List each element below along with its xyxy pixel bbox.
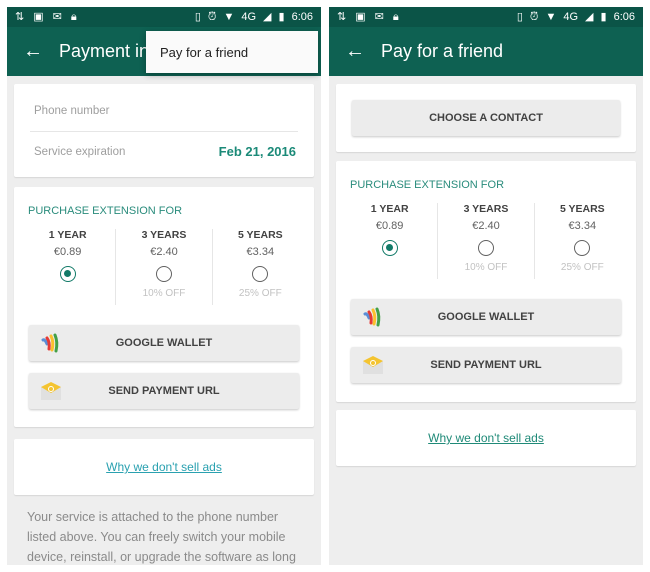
plan-price: €2.40	[150, 246, 178, 258]
battery-icon: ▮	[278, 10, 285, 23]
send-payment-url-button[interactable]: SEND PAYMENT URL	[29, 373, 299, 409]
plan-radio[interactable]	[252, 266, 269, 282]
send-payment-url-label: SEND PAYMENT URL	[108, 385, 220, 397]
plan-name: 1 YEAR	[370, 203, 409, 215]
alarm-icon: ⏰︎	[529, 10, 539, 23]
plan-name: 3 YEARS	[463, 203, 509, 215]
plan-name: 3 YEARS	[141, 229, 187, 241]
status-bar: ⇅ ▣ ✉ 🔒︎ ▯ ⏰︎ ▼ 4G ◢ ▮ 6:06	[329, 7, 643, 27]
image-icon: ▣	[355, 10, 366, 23]
signal-icon: ◢	[263, 10, 272, 23]
status-bar: ⇅ ▣ ✉ 🔒︎ ▯ ⏰︎ ▼ 4G ◢ ▮ 6:06	[7, 7, 321, 27]
menu-item-pay-for-friend[interactable]: Pay for a friend	[160, 45, 248, 60]
right-screen: ⇅ ▣ ✉ 🔒︎ ▯ ⏰︎ ▼ 4G ◢ ▮ 6:06 ← Pay for a …	[329, 7, 643, 565]
google-wallet-icon	[41, 333, 59, 353]
plan-1-year[interactable]: 1 YEAR €0.89	[20, 229, 115, 305]
plan-name: 5 YEARS	[237, 229, 283, 241]
alarm-icon: ⏰︎	[207, 10, 217, 23]
gmail-icon: ✉	[374, 10, 384, 23]
plan-discount: 25% OFF	[238, 288, 282, 299]
lock-icon: 🔒︎	[392, 10, 399, 23]
service-expiration-label: Service expiration	[34, 145, 126, 158]
ads-card: Why we don't sell ads	[336, 410, 636, 466]
clock: 6:06	[291, 11, 313, 23]
plan-discount: 25% OFF	[560, 262, 604, 273]
purchase-section-label: PURCHASE EXTENSION FOR	[350, 179, 505, 191]
service-info-text: Your service is attached to the phone nu…	[27, 510, 296, 564]
envelope-icon	[363, 356, 383, 374]
wifi-icon: ▼	[223, 10, 235, 23]
plan-name: 1 YEAR	[48, 229, 87, 241]
plan-5-years[interactable]: 5 YEARS €3.34 25% OFF	[211, 229, 308, 305]
choose-contact-label: CHOOSE A CONTACT	[429, 112, 543, 124]
plan-discount: 10% OFF	[142, 288, 186, 299]
plan-options: 1 YEAR €0.89 3 YEARS €2.40 10% OFF 5 YEA…	[342, 203, 630, 279]
plan-radio[interactable]	[155, 266, 172, 282]
info-card: Phone number Service expiration Feb 21, …	[14, 84, 314, 177]
plan-price: €0.89	[375, 220, 404, 232]
signal-icon: ◢	[585, 10, 594, 23]
google-wallet-button[interactable]: GOOGLE WALLET	[29, 325, 299, 361]
vibrate-icon: ▯	[194, 10, 201, 23]
wifi-icon: ▼	[545, 10, 557, 23]
battery-icon: ▮	[600, 10, 607, 23]
why-no-ads-link[interactable]: Why we don't sell ads	[428, 431, 544, 445]
lock-icon: 🔒︎	[70, 10, 77, 23]
send-payment-url-button[interactable]: SEND PAYMENT URL	[351, 347, 621, 383]
image-icon: ▣	[33, 10, 44, 23]
page-title: Payment in	[59, 41, 150, 61]
plan-options: 1 YEAR €0.89 3 YEARS €2.40 10% OFF 5 YEA…	[20, 229, 308, 305]
network-type: 4G	[241, 11, 257, 23]
google-wallet-icon	[363, 307, 381, 327]
clock: 6:06	[613, 11, 635, 23]
plan-price: €2.40	[472, 220, 500, 232]
plan-5-years[interactable]: 5 YEARS €3.34 25% OFF	[533, 203, 630, 279]
send-payment-url-label: SEND PAYMENT URL	[430, 359, 542, 371]
plan-1-year[interactable]: 1 YEAR €0.89	[342, 203, 437, 279]
google-wallet-label: GOOGLE WALLET	[115, 337, 213, 349]
plan-discount: 10% OFF	[464, 262, 508, 273]
envelope-icon	[41, 382, 61, 400]
plan-3-years[interactable]: 3 YEARS €2.40 10% OFF	[115, 229, 211, 305]
plan-radio-selected[interactable]	[381, 240, 398, 256]
page-title: Pay for a friend	[381, 41, 504, 61]
plan-radio-selected[interactable]	[59, 266, 76, 282]
back-arrow-icon[interactable]: ←	[345, 40, 381, 63]
google-wallet-button[interactable]: GOOGLE WALLET	[351, 299, 621, 335]
left-screen: ⇅ ▣ ✉ 🔒︎ ▯ ⏰︎ ▼ 4G ◢ ▮ 6:06 ← Payment in…	[7, 7, 321, 565]
plan-price: €3.34	[568, 220, 597, 232]
gmail-icon: ✉	[52, 10, 62, 23]
google-wallet-label: GOOGLE WALLET	[437, 311, 535, 323]
plan-radio[interactable]	[574, 240, 591, 256]
overflow-menu: Pay for a friend	[146, 31, 318, 73]
service-expiration-row: Service expiration Feb 21, 2016	[30, 131, 298, 171]
why-no-ads-link[interactable]: Why we don't sell ads	[106, 460, 222, 474]
service-expiration-value: Feb 21, 2016	[218, 144, 296, 159]
back-arrow-icon[interactable]: ←	[23, 40, 59, 63]
plan-radio[interactable]	[477, 240, 494, 256]
phone-number-row: Phone number	[30, 91, 298, 131]
ads-card: Why we don't sell ads	[14, 439, 314, 495]
plan-price: €3.34	[246, 246, 275, 258]
app-toolbar: ← Pay for a friend	[329, 27, 643, 76]
purchase-card: PURCHASE EXTENSION FOR 1 YEAR €0.89 3 YE…	[14, 187, 314, 427]
plan-name: 5 YEARS	[559, 203, 605, 215]
purchase-section-label: PURCHASE EXTENSION FOR	[28, 205, 183, 217]
plan-price: €0.89	[53, 246, 82, 258]
contact-card: CHOOSE A CONTACT	[336, 84, 636, 152]
retweet-icon: ⇅	[337, 10, 347, 23]
network-type: 4G	[563, 11, 579, 23]
retweet-icon: ⇅	[15, 10, 25, 23]
purchase-card: PURCHASE EXTENSION FOR 1 YEAR €0.89 3 YE…	[336, 161, 636, 402]
phone-number-label: Phone number	[34, 105, 110, 117]
plan-3-years[interactable]: 3 YEARS €2.40 10% OFF	[437, 203, 533, 279]
vibrate-icon: ▯	[516, 10, 523, 23]
choose-contact-button[interactable]: CHOOSE A CONTACT	[352, 100, 620, 136]
